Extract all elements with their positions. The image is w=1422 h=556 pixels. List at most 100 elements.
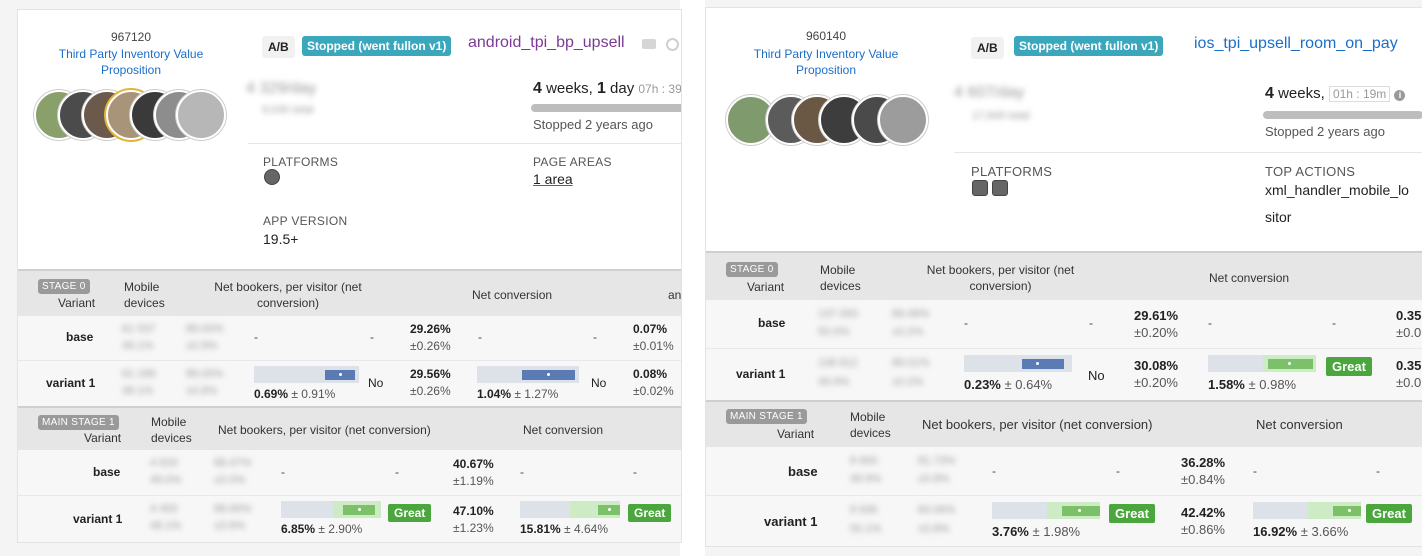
confidence-interval-bar[interactable]: [992, 502, 1100, 519]
blurred-visitors-share: 49.1%: [122, 340, 154, 352]
table-row: variant 1 4 493 48.1% 88.66% ±0.8% 6.85%…: [18, 496, 681, 542]
variant-col-header: Variant: [777, 427, 815, 441]
metric2-ci-text: 1.04% ± 1.27%: [477, 387, 559, 401]
stage-badge: MAIN STAGE 1: [38, 415, 119, 430]
status-badge: Stopped (went fullon v1): [1014, 36, 1164, 56]
blurred-visitors-share: 49.9%: [850, 473, 882, 485]
platforms-label: PLATFORMS: [263, 155, 339, 169]
apple-icon: [972, 180, 988, 196]
metric1-value: 36.28% ±0.84%: [1181, 455, 1226, 487]
metric2-sig-empty: -: [633, 465, 637, 479]
metric2-sig-empty: -: [593, 330, 597, 344]
blurred-devices-share: ±0.2%: [892, 326, 924, 338]
devices-col-header: Mobile devices: [850, 410, 891, 440]
blurred-devices-share: ±0.8%: [918, 473, 950, 485]
variant-name: variant 1: [73, 512, 123, 526]
stage-badge: STAGE 0: [38, 279, 90, 294]
significance-great-badge: Great: [1326, 357, 1372, 376]
blurred-visitors: 61 189: [122, 368, 156, 380]
ab-badge: A/B: [262, 36, 295, 58]
blurred-visitors-share: 50.1%: [850, 523, 882, 535]
variant-name: variant 1: [764, 514, 818, 529]
experiment-id: 967120: [110, 30, 152, 44]
blurred-visitors: 4 633: [150, 457, 178, 469]
metric3-value: 0.08% ±0.02%: [633, 367, 674, 398]
blurred-devices: 89.01%: [892, 357, 930, 369]
devices-col-header: Mobile devices: [124, 280, 165, 310]
table-row: variant 1 61 189 48.1% 89.00% ±0.8% 0.69…: [18, 361, 681, 407]
metric3-value: 0.07% ±0.01%: [633, 322, 674, 353]
top-actions-label: TOP ACTIONS: [1265, 164, 1356, 179]
info-icon[interactable]: i: [1394, 90, 1406, 101]
experiment-title-link[interactable]: ios_tpi_upsell_room_on_pay: [1194, 35, 1398, 53]
metric2-ci-text: 15.81% ± 4.64%: [520, 522, 608, 536]
metric2-sig-empty: -: [1376, 464, 1380, 478]
significance-great-badge: Great: [1109, 504, 1155, 523]
confidence-interval-bar[interactable]: [1253, 502, 1361, 519]
confidence-interval-bar[interactable]: [964, 355, 1072, 372]
confidence-interval-bar[interactable]: [477, 366, 579, 383]
team-avatars[interactable]: [34, 90, 226, 142]
significance-label: No: [368, 376, 384, 390]
blurred-devices: 84.06%: [918, 504, 956, 516]
team-avatars[interactable]: [726, 95, 928, 147]
blurred-visitors-share: 48.1%: [150, 520, 182, 532]
experiment-id: 960140: [805, 29, 847, 43]
metric1-sig-empty: -: [395, 465, 399, 479]
table-row: base 137 093 50.0% 89.48% ±0.2% - - 29.6…: [706, 300, 1422, 349]
confidence-interval-bar[interactable]: [254, 366, 359, 383]
confidence-interval-bar[interactable]: [281, 501, 381, 518]
blurred-devices: 88.47%: [214, 457, 252, 469]
metric1-value: 29.61% ±0.20%: [1134, 308, 1179, 340]
tag-icon[interactable]: [642, 39, 656, 49]
visitors-total: 9,030 total: [262, 104, 314, 116]
stage-badge: STAGE 0: [726, 262, 778, 277]
duration: 4 weeks, 1 day 07h : 39: [533, 80, 682, 97]
android-icon: [264, 169, 280, 185]
visitors-per-day: 4 607/day: [954, 84, 1025, 101]
variant-name: base: [758, 316, 786, 330]
top-action-value-cont: sitor: [1265, 209, 1292, 225]
metric1-sig-empty: -: [1089, 316, 1093, 330]
blurred-devices-share: ±0.9%: [186, 340, 218, 352]
blurred-devices-share: ±0.8%: [918, 523, 950, 535]
avatar[interactable]: [878, 95, 928, 145]
team-name-link[interactable]: Third Party Inventory Value Proposition: [736, 46, 916, 78]
page-areas-label: PAGE AREAS: [533, 155, 612, 169]
blurred-devices: 89.48%: [892, 308, 930, 320]
confidence-interval-bar[interactable]: [520, 501, 620, 518]
metric1-ci-text: 0.23% ± 0.64%: [964, 377, 1053, 392]
metric1-empty: -: [992, 464, 996, 478]
status-badge: Stopped (went fullon v1): [302, 36, 452, 56]
metric2-ci-text: 16.92% ± 3.66%: [1253, 524, 1349, 539]
metric2-empty: -: [520, 465, 524, 479]
metric1-empty: -: [254, 330, 258, 344]
page-areas-link[interactable]: 1 area: [533, 171, 573, 187]
metric3-value: 0.35 ±0.0: [1396, 358, 1422, 390]
confidence-interval-bar[interactable]: [1208, 355, 1316, 372]
duration-progress-bar: [1263, 111, 1422, 119]
platforms-label: PLATFORMS: [971, 164, 1053, 179]
significance-great-badge: Great: [1366, 504, 1412, 523]
experiment-card-ios: 960140 Third Party Inventory Value Propo…: [705, 7, 1422, 547]
metric1-col-header: Net bookers, per visitor (net conversion…: [218, 423, 431, 437]
search-icon[interactable]: [666, 38, 679, 51]
metric2-ci-text: 1.58% ± 0.98%: [1208, 377, 1297, 392]
stage0-header: STAGE 0 Variant Mobile devices Net booke…: [706, 251, 1422, 301]
significance-label: No: [591, 376, 607, 390]
metric1-col-header: Net bookers, per visitor (net conversion…: [214, 280, 362, 310]
avatar[interactable]: [176, 90, 226, 140]
metric2-empty: -: [1253, 464, 1257, 478]
metric1-ci-text: 6.85% ± 2.90%: [281, 522, 363, 536]
variant-name: variant 1: [46, 376, 96, 390]
blurred-visitors: 8 900: [850, 455, 878, 467]
table-row: variant 1 136 812 49.9% 89.01% ±0.2% 0.2…: [706, 349, 1422, 401]
blurred-devices-share: ±0.8%: [186, 385, 218, 397]
blurred-visitors-share: 48.1%: [122, 385, 154, 397]
metric3-value: 0.35 ±0.0: [1396, 308, 1422, 340]
metric1-ci-text: 3.76% ± 1.98%: [992, 524, 1081, 539]
metric2-col-header: Net conversion: [1256, 417, 1343, 432]
team-name-link[interactable]: Third Party Inventory Value Proposition: [46, 46, 216, 78]
experiment-title-link[interactable]: android_tpi_bp_upsell: [468, 34, 625, 52]
blurred-visitors-share: 50.0%: [818, 326, 850, 338]
